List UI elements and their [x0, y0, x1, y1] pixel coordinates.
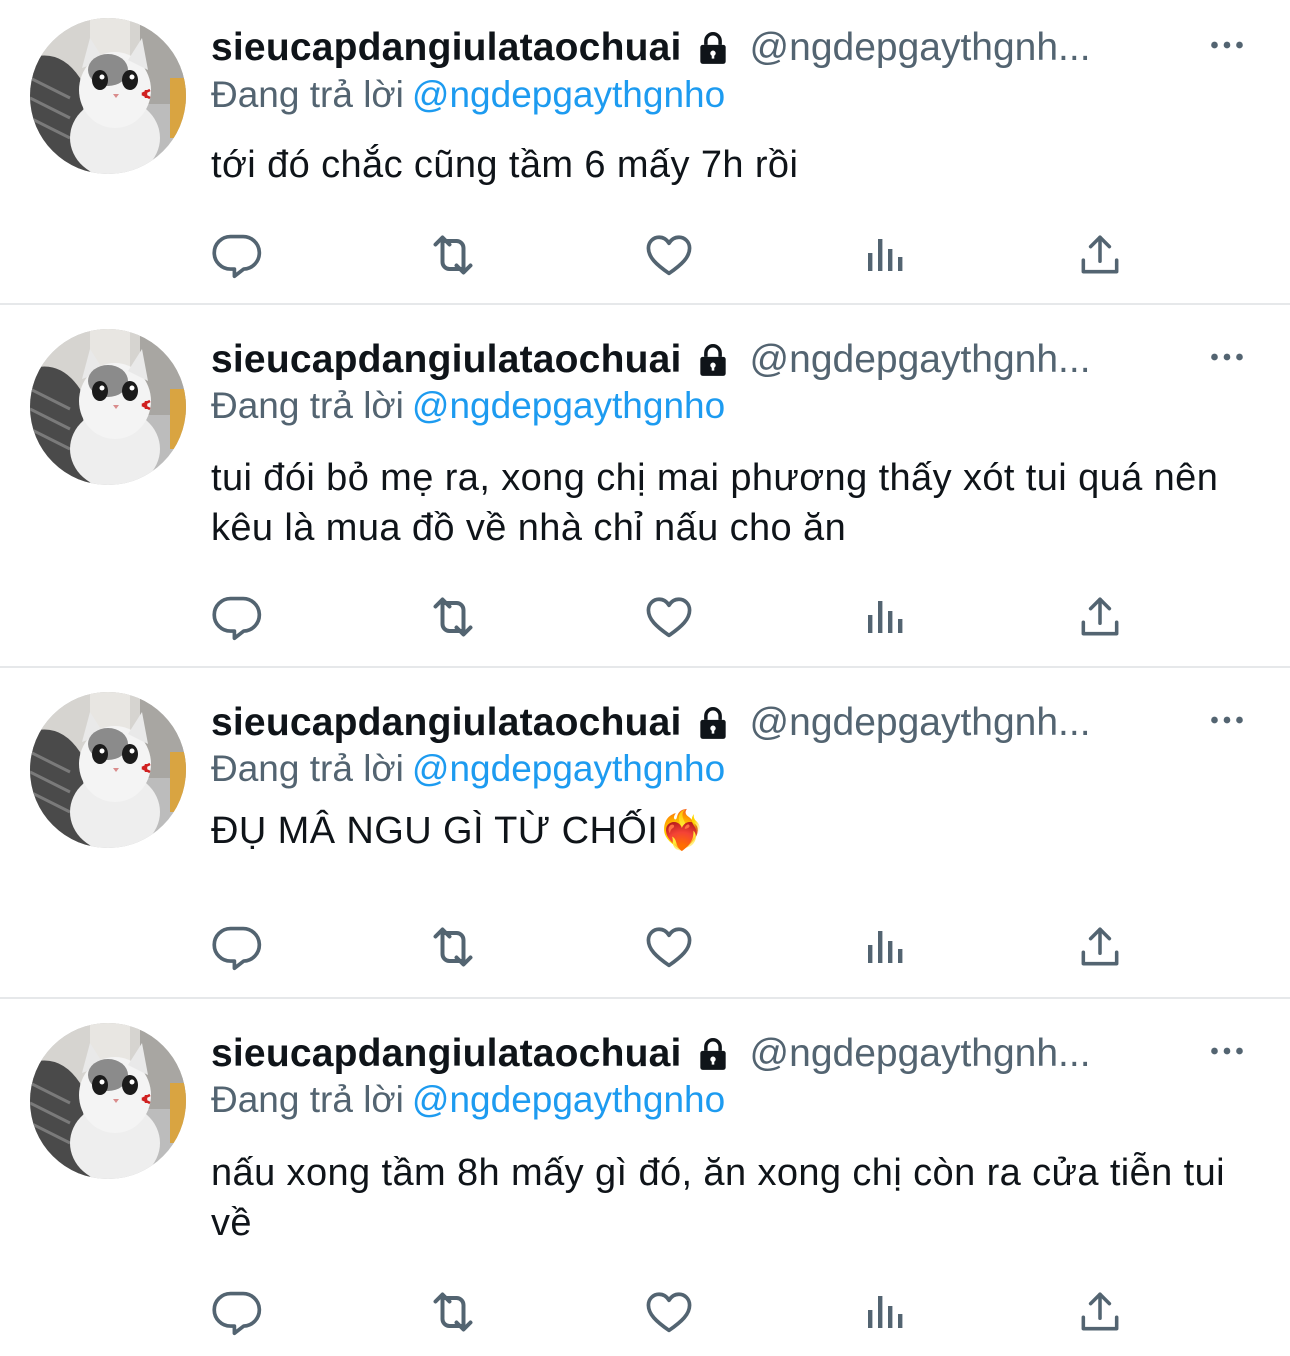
lock-icon [694, 341, 732, 379]
views-chart-icon[interactable] [855, 225, 915, 285]
reply-icon[interactable] [207, 225, 267, 285]
display-name[interactable]: sieucapdangiulataochuai [211, 1032, 682, 1076]
reply-icon[interactable] [207, 1282, 267, 1342]
action-bar [0, 587, 1290, 647]
views-chart-icon[interactable] [855, 917, 915, 977]
handle[interactable]: @ngdepgaythgnh... [750, 1032, 1091, 1076]
tweet-text: tui đói bỏ mẹ ra, xong chị mai phương th… [211, 457, 1219, 549]
share-icon[interactable] [1070, 587, 1130, 647]
retweet-icon[interactable] [423, 1282, 483, 1342]
avatar[interactable] [30, 18, 186, 174]
reply-prefix: Đang trả lời [211, 74, 404, 115]
tweet-text: tới đó chắc cũng tầm 6 mấy 7h rồi [211, 144, 799, 186]
tweet-text: ĐỤ MÂ NGU GÌ TỪ CHỐI❤️‍🔥 [211, 810, 706, 852]
handle[interactable]: @ngdepgaythgnh... [750, 701, 1091, 745]
tweet-header: sieucapdangiulataochuai @ngdepgaythgnh..… [211, 334, 1211, 386]
avatar[interactable] [30, 1023, 186, 1179]
handle[interactable]: @ngdepgaythgnh... [750, 338, 1091, 382]
reply-prefix: Đang trả lời [211, 1079, 404, 1120]
avatar[interactable] [30, 692, 186, 848]
views-chart-icon[interactable] [855, 1282, 915, 1342]
avatar[interactable] [30, 329, 186, 485]
more-dots-icon[interactable] [1207, 22, 1247, 68]
display-name[interactable]: sieucapdangiulataochuai [211, 701, 682, 745]
reply-mention-link[interactable]: @ngdepgaythgnho [412, 74, 725, 115]
reply-prefix: Đang trả lời [211, 385, 404, 426]
heart-icon[interactable] [639, 587, 699, 647]
handle[interactable]: @ngdepgaythgnh... [750, 26, 1091, 70]
lock-icon [694, 1035, 732, 1073]
views-chart-icon[interactable] [855, 587, 915, 647]
reply-icon[interactable] [207, 587, 267, 647]
share-icon[interactable] [1070, 917, 1130, 977]
share-icon[interactable] [1070, 1282, 1130, 1342]
replying-to: Đang trả lời @ngdepgaythgnho [211, 74, 725, 116]
action-bar [0, 1282, 1290, 1342]
action-bar [0, 225, 1290, 285]
tweet-header: sieucapdangiulataochuai @ngdepgaythgnh..… [211, 22, 1211, 74]
share-icon[interactable] [1070, 225, 1130, 285]
tweet[interactable]: sieucapdangiulataochuai @ngdepgaythgnh..… [0, 999, 1290, 1356]
tweet[interactable]: sieucapdangiulataochuai @ngdepgaythgnh..… [0, 668, 1290, 999]
lock-icon [694, 704, 732, 742]
retweet-icon[interactable] [423, 917, 483, 977]
heart-icon[interactable] [639, 917, 699, 977]
display-name[interactable]: sieucapdangiulataochuai [211, 26, 682, 70]
replying-to: Đang trả lời @ngdepgaythgnho [211, 748, 725, 790]
more-dots-icon[interactable] [1207, 1028, 1247, 1074]
reply-mention-link[interactable]: @ngdepgaythgnho [412, 1079, 725, 1120]
retweet-icon[interactable] [423, 587, 483, 647]
action-bar [0, 917, 1290, 977]
retweet-icon[interactable] [423, 225, 483, 285]
display-name[interactable]: sieucapdangiulataochuai [211, 338, 682, 382]
tweet-header: sieucapdangiulataochuai @ngdepgaythgnh..… [211, 697, 1211, 749]
replying-to: Đang trả lời @ngdepgaythgnho [211, 385, 725, 427]
reply-prefix: Đang trả lời [211, 748, 404, 789]
reply-icon[interactable] [207, 917, 267, 977]
more-dots-icon[interactable] [1207, 697, 1247, 743]
more-dots-icon[interactable] [1207, 334, 1247, 380]
reply-mention-link[interactable]: @ngdepgaythgnho [412, 385, 725, 426]
reply-mention-link[interactable]: @ngdepgaythgnho [412, 748, 725, 789]
tweet[interactable]: sieucapdangiulataochuai @ngdepgaythgnh..… [0, 305, 1290, 668]
tweet-text: nấu xong tầm 8h mấy gì đó, ăn xong chị c… [211, 1152, 1226, 1244]
heart-icon[interactable] [639, 225, 699, 285]
heart-icon[interactable] [639, 1282, 699, 1342]
tweet[interactable]: sieucapdangiulataochuai @ngdepgaythgnh..… [0, 0, 1290, 305]
lock-icon [694, 29, 732, 67]
replying-to: Đang trả lời @ngdepgaythgnho [211, 1079, 725, 1121]
tweet-header: sieucapdangiulataochuai @ngdepgaythgnh..… [211, 1028, 1211, 1080]
